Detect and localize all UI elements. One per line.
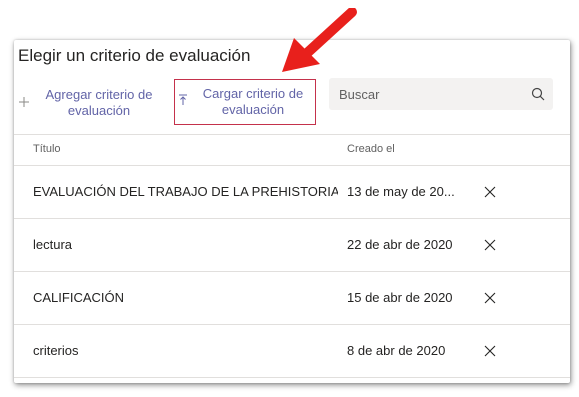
- column-header-title: Título: [33, 143, 61, 155]
- upload-rubric-label: Cargar criterio de evaluación: [202, 86, 304, 117]
- table-row[interactable]: criterios 8 de abr de 2020: [14, 325, 570, 378]
- row-title[interactable]: criterios: [33, 325, 338, 377]
- row-title[interactable]: lectura: [33, 219, 338, 271]
- red-arrow-icon: [282, 8, 357, 72]
- plus-icon: [16, 95, 32, 111]
- add-rubric-button[interactable]: Agregar criterio de evaluación: [16, 86, 166, 120]
- delete-icon[interactable]: [480, 288, 500, 308]
- dialog-title: Elegir un criterio de evaluación: [18, 46, 251, 65]
- table-row[interactable]: EVALUACIÓN DEL TRABAJO DE LA PREHISTORIA…: [14, 166, 570, 219]
- delete-icon[interactable]: [480, 341, 500, 361]
- row-created-date: 15 de abr de 2020: [347, 290, 453, 305]
- delete-icon[interactable]: [480, 235, 500, 255]
- upload-icon: [175, 94, 191, 111]
- row-created-date: 13 de may de 20...: [347, 184, 455, 199]
- rubric-picker-dialog: Elegir un criterio de evaluación Agregar…: [14, 40, 570, 383]
- table-row[interactable]: lectura 22 de abr de 2020: [14, 219, 570, 272]
- search-box[interactable]: Buscar: [329, 78, 553, 110]
- column-header-created: Creado el: [347, 143, 395, 155]
- row-created-date: 22 de abr de 2020: [347, 237, 453, 252]
- row-created-date: 8 de abr de 2020: [347, 343, 446, 358]
- row-title[interactable]: CALIFICACIÓN: [33, 272, 338, 324]
- search-icon[interactable]: [523, 78, 553, 110]
- table-row[interactable]: CALIFICACIÓN 15 de abr de 2020: [14, 272, 570, 325]
- delete-icon[interactable]: [480, 182, 500, 202]
- toolbar-divider: [14, 134, 570, 135]
- row-title[interactable]: EVALUACIÓN DEL TRABAJO DE LA PREHISTORIA: [33, 166, 338, 218]
- add-rubric-label: Agregar criterio de evaluación: [45, 87, 153, 118]
- upload-rubric-button[interactable]: Cargar criterio de evaluación: [174, 79, 316, 125]
- search-input[interactable]: Buscar: [329, 87, 523, 102]
